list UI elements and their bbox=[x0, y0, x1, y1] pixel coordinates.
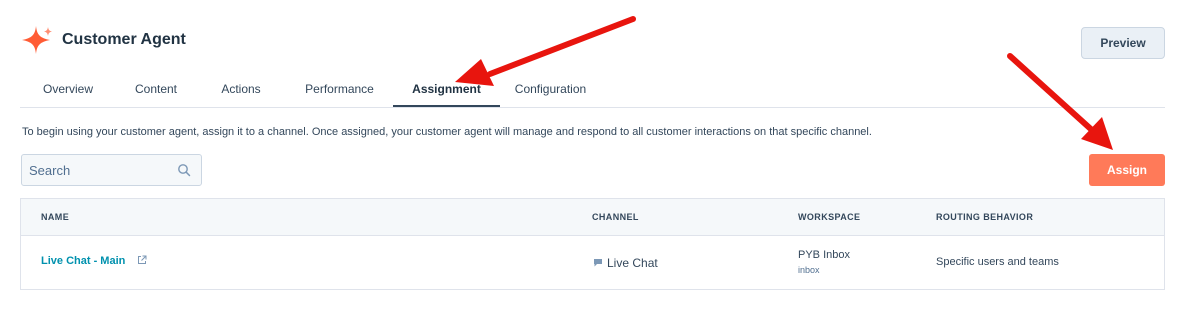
page-header: Customer Agent Preview Overview Content … bbox=[0, 0, 1182, 108]
tab-bar: Overview Content Actions Performance Ass… bbox=[20, 70, 601, 108]
page-title: Customer Agent bbox=[62, 31, 186, 48]
tab-actions[interactable]: Actions bbox=[196, 70, 286, 108]
sparkle-logo-icon bbox=[22, 26, 52, 54]
assignment-name-link[interactable]: Live Chat - Main bbox=[41, 255, 125, 267]
chat-bubble-icon bbox=[594, 259, 602, 267]
search-icon[interactable] bbox=[177, 163, 191, 177]
channel-value: Live Chat bbox=[607, 256, 658, 270]
tab-configuration[interactable]: Configuration bbox=[500, 70, 601, 108]
tab-overview[interactable]: Overview bbox=[20, 70, 116, 108]
table-row: Live Chat - Main Live Chat PYB Inbox inb… bbox=[21, 236, 1164, 289]
workspace-type: inbox bbox=[798, 265, 820, 275]
preview-button[interactable]: Preview bbox=[1081, 27, 1165, 59]
external-link-icon[interactable] bbox=[137, 255, 147, 265]
column-header-workspace[interactable]: WORKSPACE bbox=[798, 212, 860, 222]
tab-content[interactable]: Content bbox=[116, 70, 196, 108]
column-header-routing-behavior[interactable]: ROUTING BEHAVIOR bbox=[936, 212, 1033, 222]
column-header-channel[interactable]: CHANNEL bbox=[592, 212, 639, 222]
intro-text: To begin using your customer agent, assi… bbox=[22, 126, 872, 138]
search-box[interactable] bbox=[21, 154, 202, 186]
routing-behavior-value: Specific users and teams bbox=[936, 256, 1059, 268]
assignments-table: NAME CHANNEL WORKSPACE ROUTING BEHAVIOR … bbox=[20, 198, 1165, 290]
table-header: NAME CHANNEL WORKSPACE ROUTING BEHAVIOR bbox=[21, 199, 1164, 236]
tab-divider bbox=[20, 107, 1165, 108]
workspace-value: PYB Inbox bbox=[798, 249, 850, 261]
tab-performance[interactable]: Performance bbox=[286, 70, 393, 108]
column-header-name[interactable]: NAME bbox=[41, 212, 69, 222]
assign-button[interactable]: Assign bbox=[1089, 154, 1165, 186]
tab-assignment[interactable]: Assignment bbox=[393, 70, 500, 108]
search-input[interactable] bbox=[22, 155, 179, 185]
